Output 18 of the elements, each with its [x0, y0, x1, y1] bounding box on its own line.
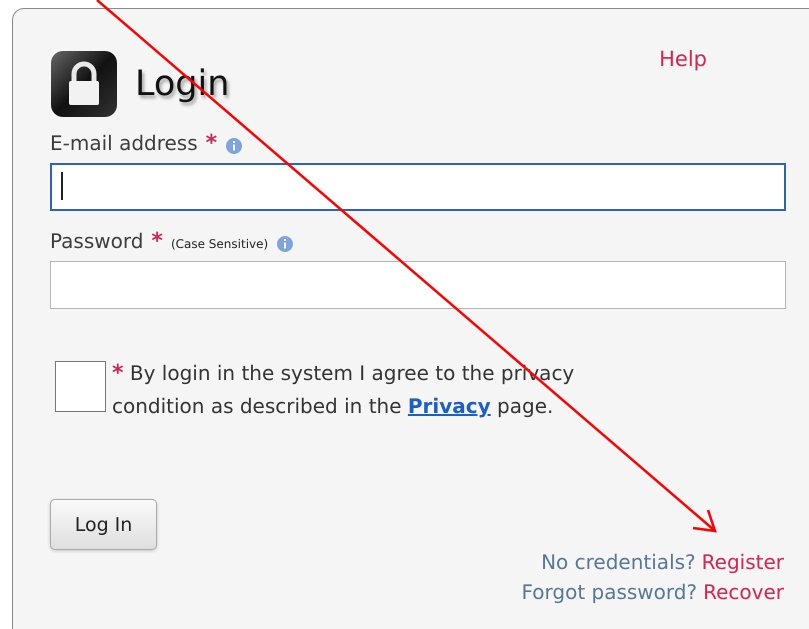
padlock-icon [50, 50, 118, 118]
required-mark: * [151, 229, 163, 254]
field-hint: (Case Sensitive) [170, 237, 268, 251]
field-label: Password [50, 229, 144, 253]
help-link[interactable]: Help [659, 47, 707, 71]
input-field[interactable] [50, 261, 786, 309]
link-prompt: No credentials? [541, 549, 696, 576]
link-prompt: Forgot password? [521, 579, 698, 606]
input-field[interactable] [50, 163, 786, 211]
action-link[interactable]: Recover [703, 577, 784, 607]
action-link[interactable]: Register [702, 547, 784, 577]
field-label: E-mail address [50, 131, 198, 155]
checkbox[interactable] [55, 361, 106, 412]
info-icon[interactable] [276, 235, 294, 253]
privacy-link[interactable]: Privacy [408, 394, 491, 418]
required-mark: * [206, 131, 218, 156]
log-in-button[interactable]: Log In [50, 499, 157, 550]
info-icon[interactable] [225, 137, 244, 155]
